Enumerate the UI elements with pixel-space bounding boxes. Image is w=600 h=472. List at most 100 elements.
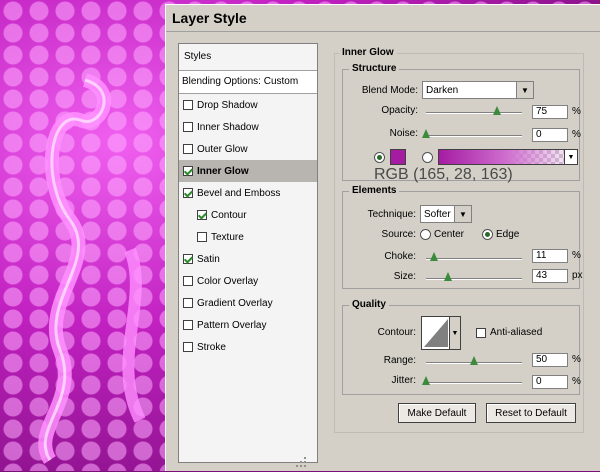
noise-slider-track[interactable]	[426, 135, 522, 137]
noise-slider-thumb[interactable]	[422, 129, 430, 138]
inner-glow-title: Inner Glow	[339, 47, 397, 58]
jitter-percent: %	[572, 376, 581, 387]
technique-value: Softer	[424, 208, 451, 220]
style-item-drop-shadow[interactable]: Drop Shadow	[179, 94, 317, 116]
noise-percent: %	[572, 129, 581, 140]
solid-color-radio[interactable]	[374, 152, 385, 163]
source-edge-label: Edge	[496, 229, 520, 240]
size-label: Size:	[393, 271, 416, 282]
jitter-slider-track[interactable]	[426, 382, 522, 384]
style-item-label: Inner Glow	[197, 165, 249, 177]
style-item-pattern-overlay[interactable]: Pattern Overlay	[179, 314, 317, 336]
choke-slider-thumb[interactable]	[430, 252, 438, 261]
choke-slider-track[interactable]	[426, 258, 522, 260]
range-slider-thumb[interactable]	[470, 356, 478, 365]
elements-title: Elements	[349, 185, 400, 196]
style-checkbox[interactable]	[183, 298, 193, 308]
blend-mode-label: Blend Mode:	[361, 84, 418, 96]
noise-label: Noise:	[389, 128, 418, 139]
gradient-picker[interactable]: ▼	[438, 149, 578, 165]
title-bar: Layer Style	[166, 5, 600, 32]
opacity-slider-thumb[interactable]	[493, 106, 501, 115]
size-input[interactable]: 43	[532, 269, 568, 283]
style-checkbox[interactable]	[183, 276, 193, 286]
style-item-label: Drop Shadow	[197, 99, 258, 111]
style-checkbox[interactable]	[183, 144, 193, 154]
range-input[interactable]: 50	[532, 353, 568, 367]
choke-percent: %	[572, 250, 581, 261]
style-item-label: Color Overlay	[197, 275, 259, 287]
resize-grip[interactable]	[178, 457, 318, 469]
styles-header[interactable]: Styles	[179, 44, 317, 71]
chevron-down-icon: ▼	[449, 317, 460, 349]
style-item-texture[interactable]: Texture	[179, 226, 317, 248]
style-checkbox[interactable]	[183, 166, 193, 176]
style-checkbox[interactable]	[183, 320, 193, 330]
style-item-label: Bevel and Emboss	[197, 187, 281, 199]
chevron-down-icon[interactable]: ▼	[564, 150, 577, 164]
style-item-label: Stroke	[197, 341, 226, 353]
chevron-down-icon: ▼	[516, 82, 533, 98]
blend-mode-select[interactable]: Darken ▼	[422, 81, 534, 99]
source-center-label: Center	[434, 229, 465, 240]
opacity-label: Opacity:	[381, 105, 418, 116]
style-item-bevel-and-emboss[interactable]: Bevel and Emboss	[179, 182, 317, 204]
choke-input[interactable]: 11	[532, 249, 568, 263]
reset-to-default-button[interactable]: Reset to Default	[486, 403, 576, 423]
style-item-label: Contour	[211, 209, 247, 221]
jitter-input[interactable]: 0	[532, 375, 568, 389]
gradient-radio[interactable]	[422, 152, 433, 163]
source-center-radio[interactable]	[420, 229, 431, 240]
style-item-label: Gradient Overlay	[197, 297, 273, 309]
opacity-slider-track[interactable]	[426, 112, 522, 114]
layer-style-dialog: Layer Style Styles Blending Options: Cus…	[165, 4, 600, 471]
technique-select[interactable]: Softer ▼	[420, 205, 472, 223]
style-checkbox[interactable]	[183, 342, 193, 352]
style-checkbox[interactable]	[197, 210, 207, 220]
style-item-outer-glow[interactable]: Outer Glow	[179, 138, 317, 160]
style-checkbox[interactable]	[197, 232, 207, 242]
contour-preview-icon	[424, 319, 448, 347]
size-slider-thumb[interactable]	[444, 272, 452, 281]
opacity-input[interactable]: 75	[532, 105, 568, 119]
size-unit: px	[572, 270, 583, 281]
contour-picker[interactable]: ▼	[421, 316, 461, 350]
anti-aliased-checkbox[interactable]	[476, 327, 486, 338]
source-label: Source:	[381, 229, 416, 240]
style-checkbox[interactable]	[183, 254, 193, 264]
contour-label: Contour:	[377, 327, 416, 338]
style-item-satin[interactable]: Satin	[179, 248, 317, 270]
style-item-label: Texture	[211, 231, 244, 243]
style-items: Drop Shadow Inner Shadow Outer Glow Inner G…	[179, 94, 317, 358]
style-item-label: Pattern Overlay	[197, 319, 267, 331]
style-item-label: Outer Glow	[197, 143, 248, 155]
quality-title: Quality	[349, 299, 389, 310]
style-item-color-overlay[interactable]: Color Overlay	[179, 270, 317, 292]
style-checkbox[interactable]	[183, 188, 193, 198]
style-checkbox[interactable]	[183, 100, 193, 110]
style-item-inner-glow[interactable]: Inner Glow	[179, 160, 317, 182]
style-item-label: Inner Shadow	[197, 121, 259, 133]
style-item-inner-shadow[interactable]: Inner Shadow	[179, 116, 317, 138]
blend-mode-value: Darken	[426, 84, 459, 96]
style-item-gradient-overlay[interactable]: Gradient Overlay	[179, 292, 317, 314]
jitter-slider-thumb[interactable]	[422, 376, 430, 385]
glow-color-swatch[interactable]	[390, 149, 406, 165]
style-item-label: Satin	[197, 253, 220, 265]
structure-title: Structure	[349, 63, 400, 74]
dialog-title: Layer Style	[172, 10, 247, 26]
style-checkbox[interactable]	[183, 122, 193, 132]
source-edge-radio[interactable]	[482, 229, 494, 240]
jitter-label: Jitter:	[391, 375, 416, 386]
noise-input[interactable]: 0	[532, 128, 568, 142]
size-slider-track[interactable]	[426, 278, 522, 280]
style-item-contour[interactable]: Contour	[179, 204, 317, 226]
ribbon-artwork	[38, 73, 146, 464]
anti-aliased-label: Anti-aliased	[490, 327, 543, 338]
blending-options-item[interactable]: Blending Options: Custom	[179, 71, 317, 94]
style-item-stroke[interactable]: Stroke	[179, 336, 317, 358]
make-default-button[interactable]: Make Default	[398, 403, 476, 423]
technique-label: Technique:	[367, 208, 416, 220]
color-rgb-label: RGB (165, 28, 163)	[374, 166, 513, 183]
range-percent: %	[572, 354, 581, 365]
